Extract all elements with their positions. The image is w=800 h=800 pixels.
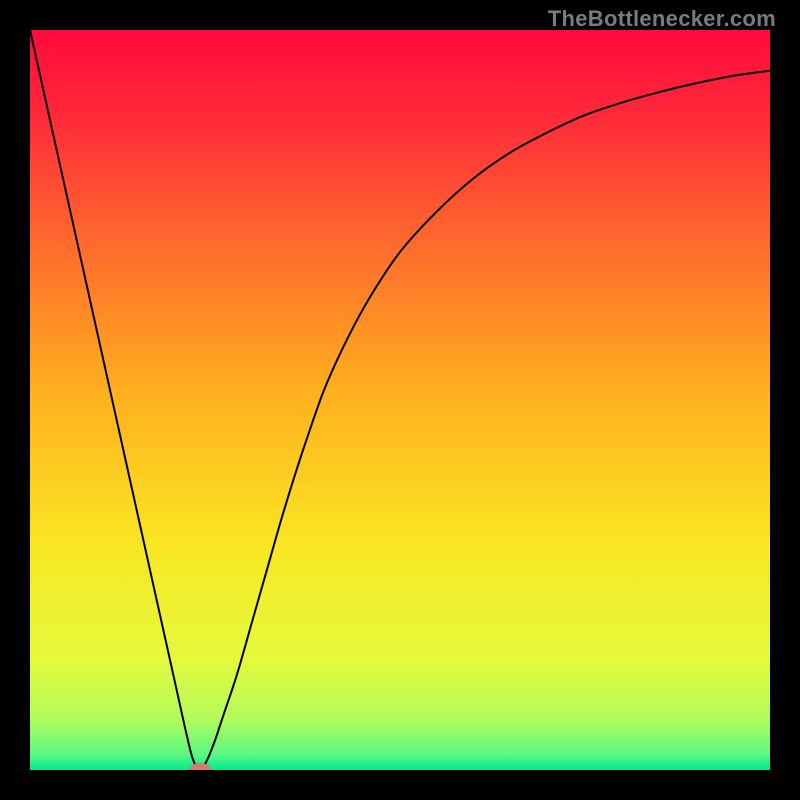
watermark-text: TheBottlenecker.com [548,6,776,32]
curve-layer [30,30,770,770]
plot-area [30,30,770,770]
minimum-marker [189,763,211,770]
bottleneck-curve [30,30,770,770]
chart-frame: TheBottlenecker.com [0,0,800,800]
